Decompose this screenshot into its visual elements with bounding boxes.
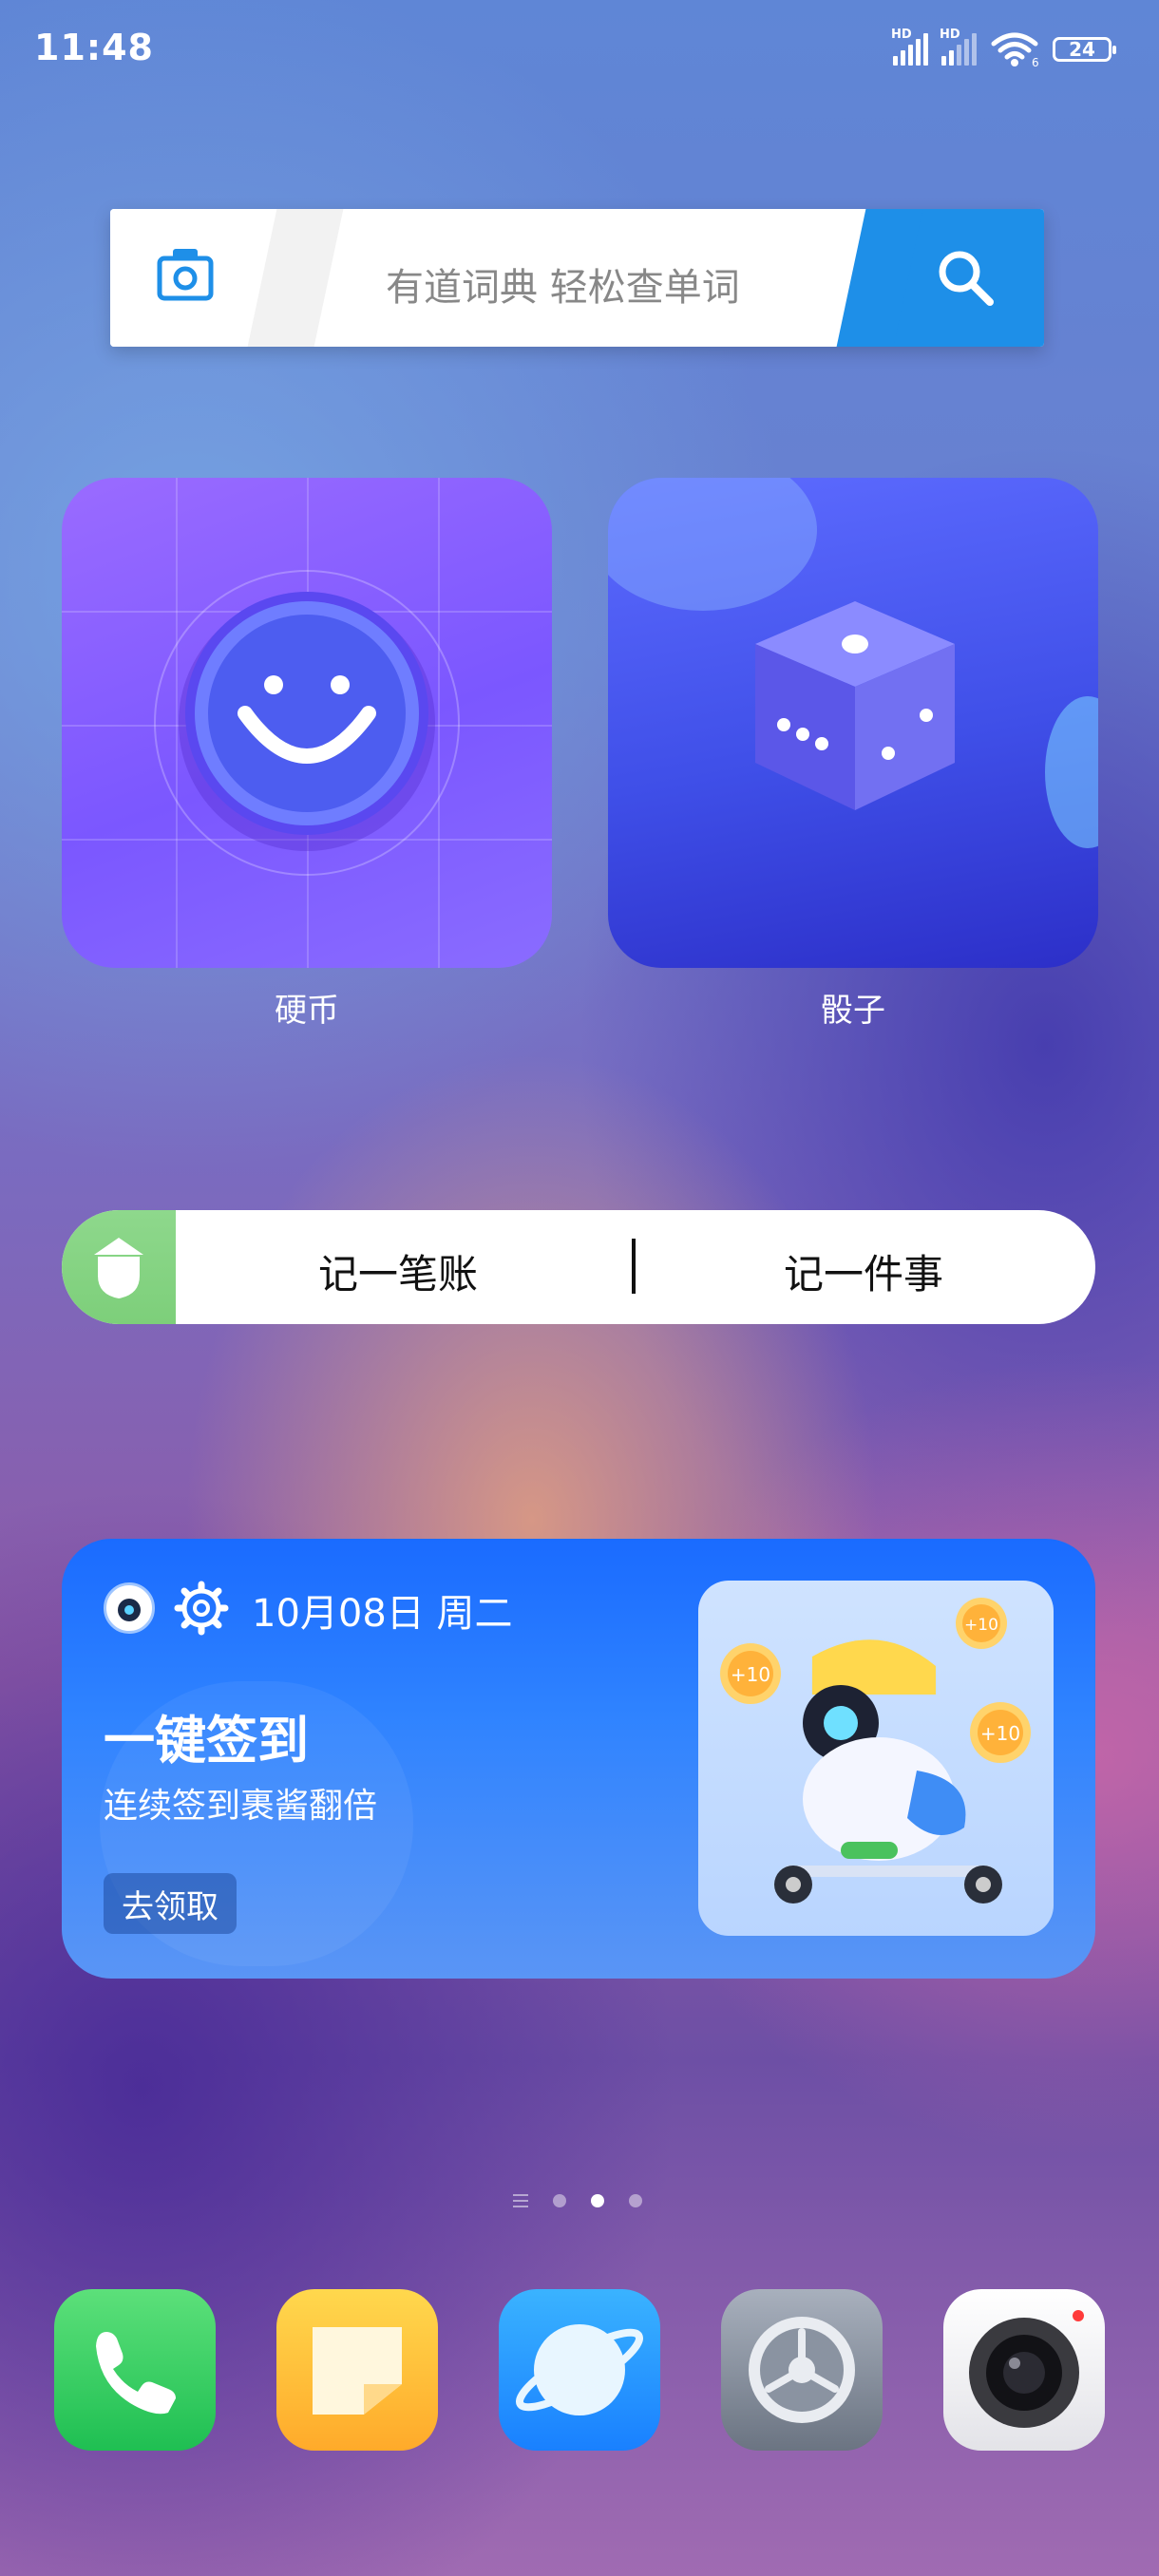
page-list-icon[interactable] [513, 2194, 528, 2207]
hd-label-2: HD [940, 28, 960, 42]
record-task-button[interactable]: 记一件事 [784, 1242, 943, 1300]
settings-gear-icon[interactable] [174, 1581, 229, 1636]
coin-badge-2: +10 [964, 1616, 998, 1635]
dock-settings[interactable] [721, 2289, 883, 2451]
card-title: 一键签到 [104, 1711, 309, 1771]
battery-level: 24 [1069, 38, 1095, 61]
memo-logo [62, 1210, 176, 1324]
page-indicator[interactable] [513, 2194, 642, 2207]
search-icon [939, 251, 994, 306]
coin-badge-1: +10 [731, 1663, 770, 1686]
dock-browser[interactable] [499, 2289, 660, 2451]
phone-icon [96, 2332, 176, 2415]
card-subtitle: 连续签到裹酱翻倍 [104, 1787, 378, 1826]
dock-camera[interactable] [943, 2289, 1105, 2451]
dictionary-search-widget[interactable]: 有道词典 轻松查单词 [110, 209, 1044, 347]
page-dot-1[interactable] [553, 2194, 566, 2207]
record-expense-button[interactable]: 记一笔账 [318, 1242, 478, 1300]
planet-icon [516, 2324, 643, 2415]
camera-lens-icon [969, 2310, 1084, 2428]
cellular-signal-icon-2: HD [940, 28, 977, 66]
gear-icon [749, 2317, 855, 2423]
dice-icon [755, 601, 955, 810]
app-dice[interactable] [608, 478, 1098, 968]
wifi-icon: 6 [991, 32, 1039, 68]
dock-phone[interactable] [54, 2289, 216, 2451]
hd-label: HD [891, 28, 912, 42]
coin-badge-3: +10 [980, 1722, 1020, 1745]
page-dot-3[interactable] [629, 2194, 642, 2207]
app-label-dice: 骰子 [821, 992, 885, 1030]
acorn-icon [94, 1238, 143, 1298]
status-icons: HD HD 6 24 [891, 28, 1116, 68]
search-placeholder[interactable]: 有道词典 轻松查单词 [386, 256, 740, 312]
cellular-signal-icon: HD [891, 28, 928, 66]
battery-icon: 24 [1053, 37, 1116, 62]
dock-notes[interactable] [276, 2289, 438, 2451]
memo-widget: 记一笔账 记一件事 [62, 1210, 1095, 1324]
page-dot-2-active[interactable] [591, 2194, 604, 2207]
app-coin[interactable] [62, 478, 552, 968]
mascot-image: +10 +10 +10 [698, 1581, 1054, 1936]
app-label-coin: 硬币 [275, 992, 339, 1030]
smiley-coin-icon [154, 570, 460, 876]
wifi-label: 6 [1032, 56, 1039, 68]
search-button[interactable] [878, 209, 1044, 347]
card-date: 10月08日 周二 [252, 1592, 513, 1636]
memo-divider [632, 1239, 636, 1294]
signin-card[interactable]: 10月08日 周二 一键签到 连续签到裹酱翻倍 去领取 +10 +10 +10 [62, 1539, 1095, 1979]
notes-icon [313, 2327, 402, 2415]
claim-button[interactable]: 去领取 [104, 1873, 237, 1934]
status-time: 11:48 [34, 27, 154, 68]
app-logo-icon [104, 1582, 155, 1634]
camera-icon [157, 249, 214, 301]
